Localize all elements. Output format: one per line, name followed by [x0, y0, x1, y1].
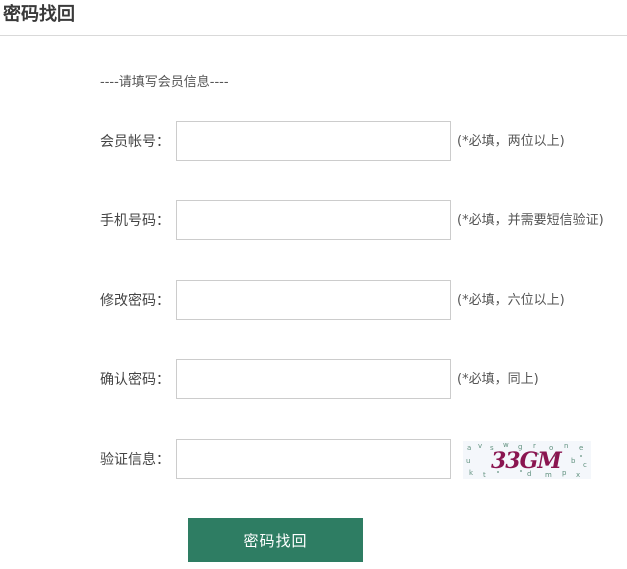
svg-text:a: a [467, 444, 471, 452]
svg-text:c: c [583, 461, 587, 469]
captcha-image[interactable]: avs wgr one ktd mpx bcu 33GM [463, 441, 591, 479]
svg-text:n: n [564, 442, 568, 450]
phone-label: 手机号码： [100, 213, 170, 229]
svg-text:v: v [478, 442, 482, 450]
form-row-account: 会员帐号： (*必填，两位以上) [0, 121, 627, 163]
form-row-captcha: 验证信息： avs wgr one ktd mpx bcu 33GM [0, 439, 627, 481]
section-hint: ----请填写会员信息---- [100, 75, 229, 90]
submit-button[interactable]: 密码找回 [188, 518, 363, 562]
form-row-phone: 手机号码： (*必填，并需要短信验证) [0, 200, 627, 242]
new-password-hint: (*必填，六位以上) [457, 293, 565, 308]
svg-text:k: k [469, 469, 474, 477]
svg-text:u: u [466, 457, 470, 465]
page-title: 密码找回 [3, 4, 75, 25]
confirm-password-hint: (*必填，同上) [457, 372, 539, 387]
phone-hint: (*必填，并需要短信验证) [457, 213, 604, 228]
new-password-input[interactable] [176, 280, 451, 320]
svg-text:e: e [579, 444, 583, 452]
form-row-confirm-password: 确认密码： (*必填，同上) [0, 359, 627, 401]
confirm-password-label: 确认密码： [100, 372, 170, 388]
captcha-graphic: avs wgr one ktd mpx b cu 33GM [466, 441, 587, 479]
svg-text:p: p [562, 469, 567, 477]
captcha-input[interactable] [176, 439, 451, 479]
form-row-new-password: 修改密码： (*必填，六位以上) [0, 280, 627, 322]
svg-text:b: b [571, 457, 576, 465]
confirm-password-input[interactable] [176, 359, 451, 399]
svg-text:x: x [576, 471, 580, 479]
account-label: 会员帐号： [100, 134, 170, 150]
svg-text:t: t [483, 471, 486, 479]
captcha-text: 33GM [491, 448, 562, 474]
new-password-label: 修改密码： [100, 293, 170, 309]
title-divider [0, 35, 627, 36]
phone-input[interactable] [176, 200, 451, 240]
captcha-label: 验证信息： [100, 452, 170, 468]
account-input[interactable] [176, 121, 451, 161]
account-hint: (*必填，两位以上) [457, 134, 565, 149]
